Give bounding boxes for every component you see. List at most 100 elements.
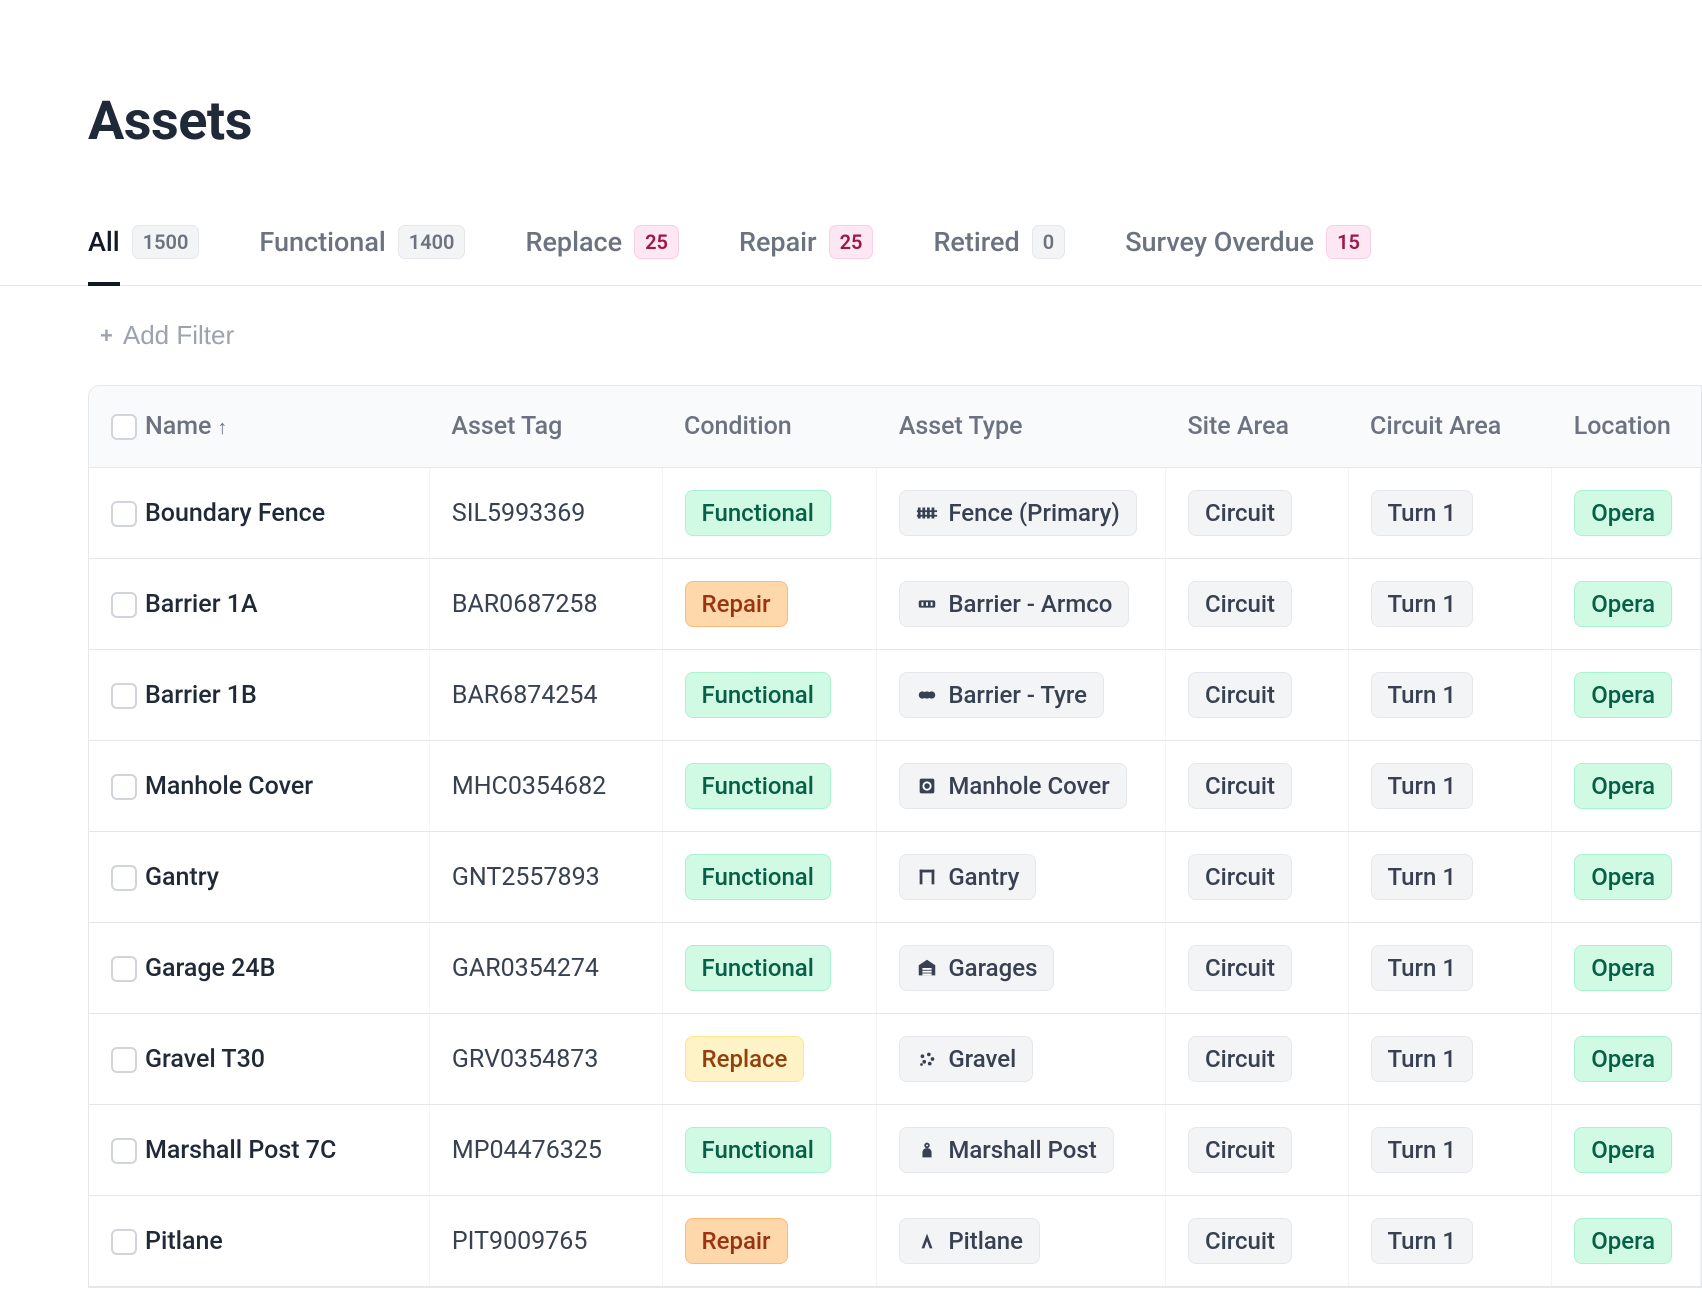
table-row[interactable]: Manhole CoverMHC0354682FunctionalManhole… <box>89 741 1701 832</box>
type-chip[interactable]: Gravel <box>899 1036 1033 1082</box>
tab-badge: 25 <box>829 225 874 259</box>
circuit-chip[interactable]: Turn 1 <box>1371 763 1473 809</box>
assets-table: Name↑Asset TagConditionAsset TypeSite Ar… <box>89 386 1701 1287</box>
site-chip[interactable]: Circuit <box>1188 763 1292 809</box>
column-header-condition[interactable]: Condition <box>662 386 877 468</box>
type-chip[interactable]: Manhole Cover <box>899 763 1126 809</box>
garage-icon <box>916 957 938 979</box>
gantry-icon <box>916 866 938 888</box>
condition-pill: Functional <box>685 854 831 900</box>
site-chip[interactable]: Circuit <box>1188 945 1292 991</box>
condition-pill: Functional <box>685 672 831 718</box>
location-chip[interactable]: Opera <box>1574 672 1672 718</box>
circuit-chip[interactable]: Turn 1 <box>1371 1127 1473 1173</box>
tab-badge: 15 <box>1326 225 1371 259</box>
row-checkbox[interactable] <box>111 1047 137 1073</box>
circuit-cell: Turn 1 <box>1348 1014 1552 1105</box>
circuit-cell: Turn 1 <box>1348 832 1552 923</box>
circuit-chip[interactable]: Turn 1 <box>1371 945 1473 991</box>
table-row[interactable]: Garage 24BGAR0354274FunctionalGaragesCir… <box>89 923 1701 1014</box>
condition-pill: Functional <box>685 945 831 991</box>
tab-survey-overdue[interactable]: Survey Overdue15 <box>1125 225 1371 285</box>
circuit-chip[interactable]: Turn 1 <box>1371 672 1473 718</box>
row-checkbox[interactable] <box>111 683 137 709</box>
table-row[interactable]: PitlanePIT9009765RepairPitlaneCircuitTur… <box>89 1196 1701 1287</box>
circuit-chip[interactable]: Turn 1 <box>1371 854 1473 900</box>
tab-functional[interactable]: Functional1400 <box>259 225 465 285</box>
circuit-chip[interactable]: Turn 1 <box>1371 490 1473 536</box>
type-chip[interactable]: Barrier - Tyre <box>899 672 1104 718</box>
location-chip[interactable]: Opera <box>1574 945 1672 991</box>
name-cell: Barrier 1B <box>145 650 429 741</box>
location-cell: Opera <box>1552 468 1701 559</box>
tag-cell: GAR0354274 <box>429 923 662 1014</box>
tab-retired[interactable]: Retired0 <box>933 225 1065 285</box>
location-chip[interactable]: Opera <box>1574 490 1672 536</box>
site-chip[interactable]: Circuit <box>1188 1127 1292 1173</box>
row-checkbox[interactable] <box>111 1138 137 1164</box>
row-checkbox[interactable] <box>111 956 137 982</box>
tab-all[interactable]: All1500 <box>88 225 199 285</box>
row-checkbox[interactable] <box>111 501 137 527</box>
column-header-name[interactable]: Name↑ <box>145 386 429 468</box>
condition-cell: Functional <box>662 1105 877 1196</box>
condition-cell: Functional <box>662 650 877 741</box>
row-checkbox[interactable] <box>111 865 137 891</box>
checkbox-cell <box>89 650 145 741</box>
table-row[interactable]: Barrier 1BBAR6874254FunctionalBarrier - … <box>89 650 1701 741</box>
column-header-site-area[interactable]: Site Area <box>1165 386 1348 468</box>
site-chip[interactable]: Circuit <box>1188 672 1292 718</box>
select-all-checkbox[interactable] <box>111 414 137 440</box>
table-row[interactable]: Marshall Post 7CMP04476325FunctionalMars… <box>89 1105 1701 1196</box>
sort-asc-icon: ↑ <box>217 415 227 439</box>
column-header-asset-type[interactable]: Asset Type <box>877 386 1166 468</box>
row-checkbox[interactable] <box>111 1229 137 1255</box>
column-label: Location <box>1574 412 1671 441</box>
type-cell: Barrier - Tyre <box>877 650 1166 741</box>
checkbox-cell <box>89 559 145 650</box>
column-header-location[interactable]: Location <box>1552 386 1701 468</box>
checkbox-cell <box>89 1014 145 1105</box>
circuit-chip[interactable]: Turn 1 <box>1371 1036 1473 1082</box>
location-chip[interactable]: Opera <box>1574 581 1672 627</box>
table-row[interactable]: GantryGNT2557893FunctionalGantryCircuitT… <box>89 832 1701 923</box>
barrier-armco-icon <box>916 593 938 615</box>
row-checkbox[interactable] <box>111 774 137 800</box>
location-chip[interactable]: Opera <box>1574 763 1672 809</box>
condition-pill: Functional <box>685 763 831 809</box>
condition-cell: Functional <box>662 832 877 923</box>
tag-cell: GRV0354873 <box>429 1014 662 1105</box>
type-chip[interactable]: Barrier - Armco <box>899 581 1129 627</box>
tab-repair[interactable]: Repair25 <box>739 225 873 285</box>
tag-cell: SIL5993369 <box>429 468 662 559</box>
row-checkbox[interactable] <box>111 592 137 618</box>
type-chip[interactable]: Gantry <box>899 854 1036 900</box>
location-chip[interactable]: Opera <box>1574 854 1672 900</box>
barrier-tyre-icon <box>916 684 938 706</box>
table-row[interactable]: Boundary FenceSIL5993369FunctionalFence … <box>89 468 1701 559</box>
circuit-chip[interactable]: Turn 1 <box>1371 581 1473 627</box>
location-chip[interactable]: Opera <box>1574 1218 1672 1264</box>
tag-cell: MHC0354682 <box>429 741 662 832</box>
table-row[interactable]: Barrier 1ABAR0687258RepairBarrier - Armc… <box>89 559 1701 650</box>
checkbox-cell <box>89 1196 145 1287</box>
site-chip[interactable]: Circuit <box>1188 581 1292 627</box>
site-chip[interactable]: Circuit <box>1188 1218 1292 1264</box>
circuit-chip[interactable]: Turn 1 <box>1371 1218 1473 1264</box>
site-chip[interactable]: Circuit <box>1188 854 1292 900</box>
location-chip[interactable]: Opera <box>1574 1036 1672 1082</box>
type-chip[interactable]: Pitlane <box>899 1218 1040 1264</box>
tab-replace[interactable]: Replace25 <box>525 225 678 285</box>
location-cell: Opera <box>1552 1105 1701 1196</box>
manhole-icon <box>916 775 938 797</box>
site-chip[interactable]: Circuit <box>1188 1036 1292 1082</box>
type-chip[interactable]: Marshall Post <box>899 1127 1113 1173</box>
site-chip[interactable]: Circuit <box>1188 490 1292 536</box>
column-header-asset-tag[interactable]: Asset Tag <box>429 386 662 468</box>
type-chip[interactable]: Fence (Primary) <box>899 490 1136 536</box>
location-chip[interactable]: Opera <box>1574 1127 1672 1173</box>
column-header-circuit-area[interactable]: Circuit Area <box>1348 386 1552 468</box>
add-filter-button[interactable]: + Add Filter <box>100 320 234 351</box>
table-row[interactable]: Gravel T30GRV0354873ReplaceGravelCircuit… <box>89 1014 1701 1105</box>
type-chip[interactable]: Garages <box>899 945 1054 991</box>
